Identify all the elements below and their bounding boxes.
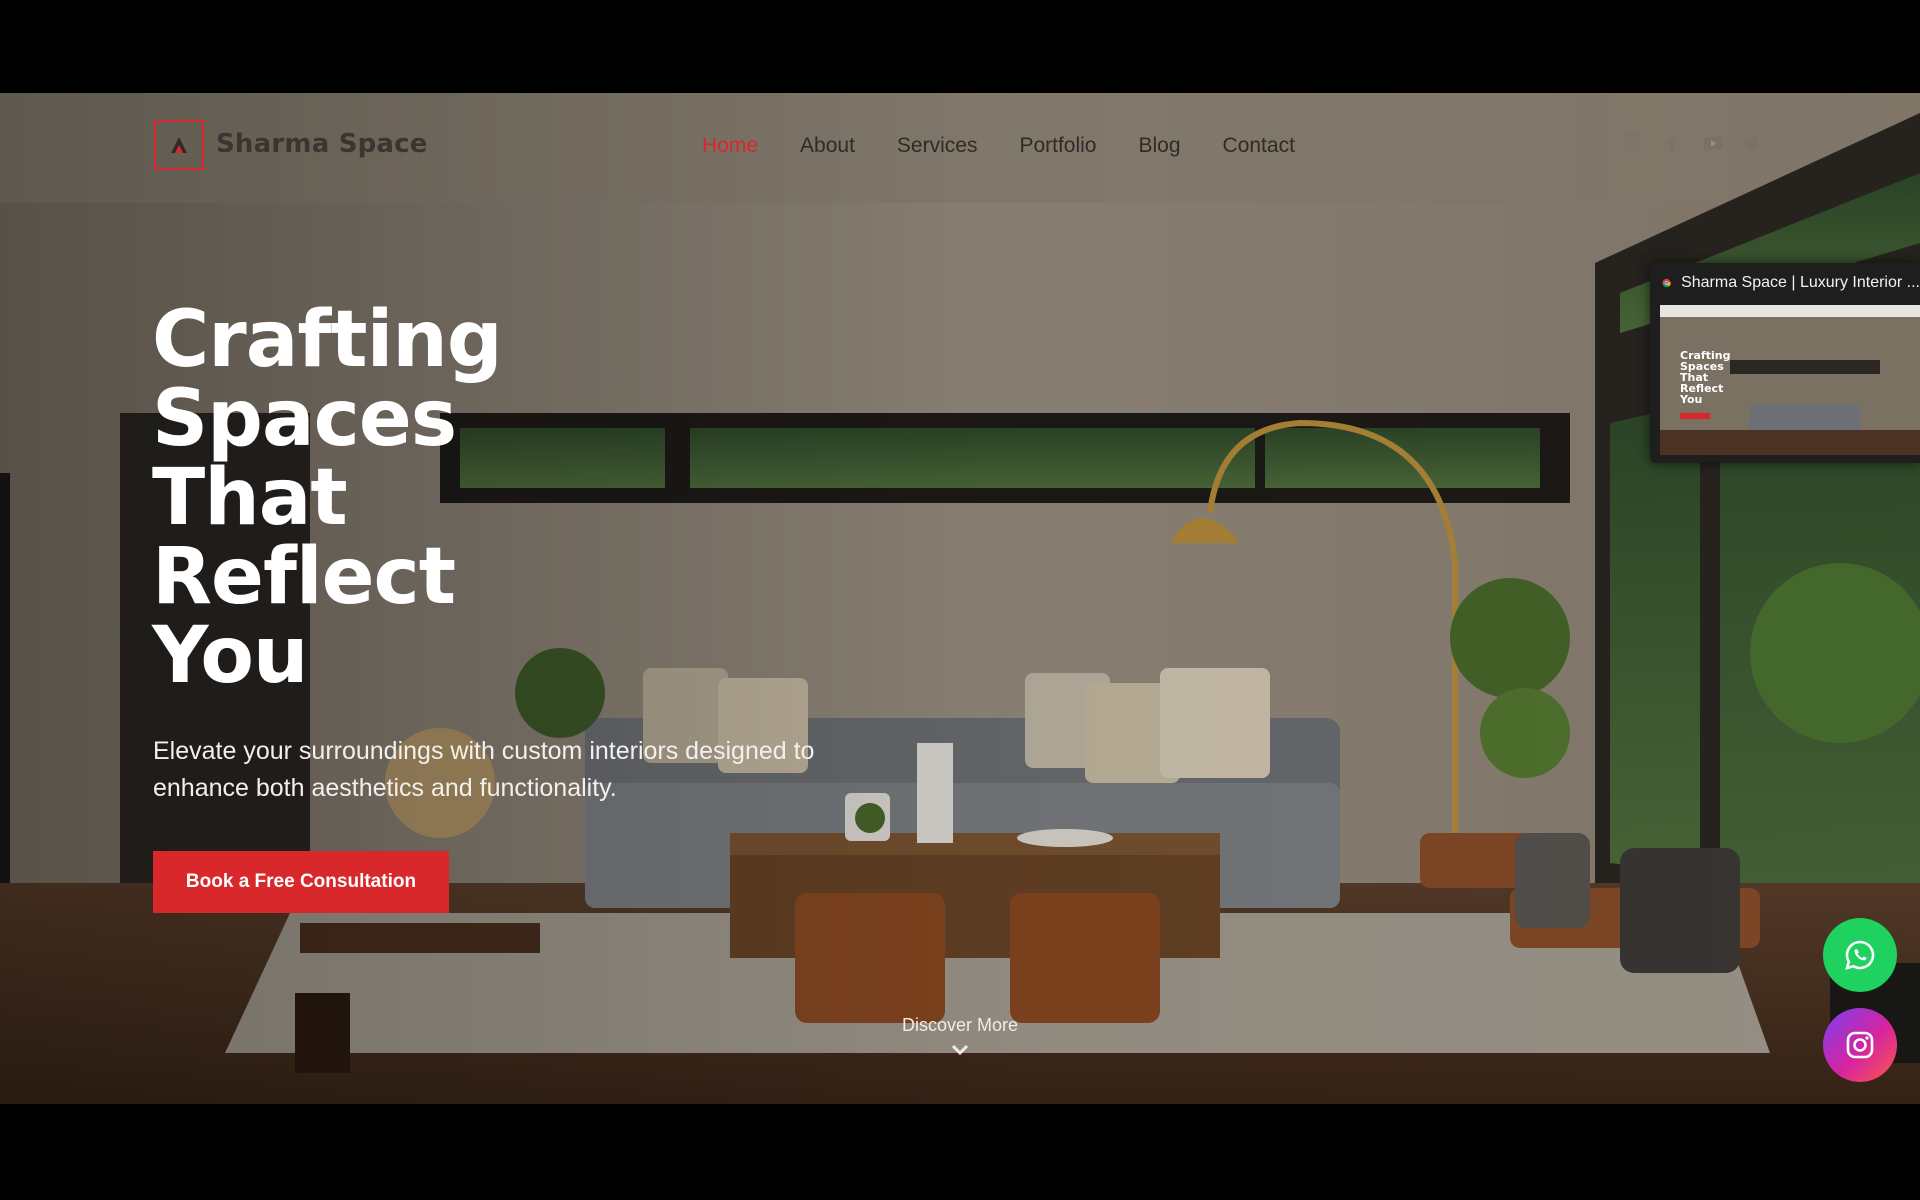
instagram-button[interactable]: [1823, 1008, 1897, 1082]
hero-headline: Crafting Spaces That Reflect You: [152, 301, 672, 696]
brand-name[interactable]: Sharma Space: [216, 129, 428, 159]
hero-section: Sharma Space Home About Services Portfol…: [0, 93, 1920, 1104]
top-navbar: Sharma Space Home About Services Portfol…: [0, 93, 1920, 203]
facebook-icon[interactable]: [1662, 133, 1682, 153]
nav-link-about[interactable]: About: [800, 134, 855, 158]
headline-line: That: [152, 453, 348, 543]
hero-subtitle: Elevate your surroundings with custom in…: [153, 737, 815, 802]
nav-link-blog[interactable]: Blog: [1139, 134, 1181, 158]
pip-thumb-headline: Crafting Spaces That Reflect You: [1680, 349, 1731, 406]
pip-title: Sharma Space | Luxury Interior ...: [1681, 274, 1920, 291]
instagram-icon: [1846, 1031, 1874, 1059]
letterbox-bottom: [0, 1104, 1920, 1200]
headline-line: Crafting: [152, 295, 503, 385]
headline-line: Reflect: [152, 532, 456, 622]
pip-title-bar: Sharma Space | Luxury Interior ...: [1650, 263, 1920, 303]
instagram-icon[interactable]: [1622, 133, 1642, 153]
logo-icon[interactable]: [154, 120, 204, 170]
letterbox-top: [0, 0, 1920, 93]
nav-link-portfolio[interactable]: Portfolio: [1019, 134, 1096, 158]
picture-in-picture-window[interactable]: Sharma Space | Luxury Interior ... Craft…: [1650, 263, 1920, 463]
nav-link-home[interactable]: Home: [702, 134, 758, 158]
chevron-down-icon[interactable]: [950, 1043, 970, 1057]
twitter-icon[interactable]: [1742, 133, 1762, 153]
nav-link-contact[interactable]: Contact: [1223, 134, 1295, 158]
whatsapp-icon: [1845, 940, 1875, 970]
chrome-icon: [1662, 278, 1671, 288]
whatsapp-button[interactable]: [1823, 918, 1897, 992]
pip-thumbnail: Crafting Spaces That Reflect You: [1660, 305, 1920, 455]
discover-more-link[interactable]: Discover More: [850, 1015, 1070, 1036]
nav-link-services[interactable]: Services: [897, 134, 978, 158]
book-consultation-button[interactable]: Book a Free Consultation: [153, 851, 449, 913]
youtube-icon[interactable]: [1702, 133, 1723, 153]
main-menu: Home About Services Portfolio Blog Conta…: [702, 134, 1295, 158]
headline-line: Spaces: [152, 374, 457, 464]
headline-line: You: [152, 611, 308, 701]
social-links: [1622, 133, 1762, 153]
